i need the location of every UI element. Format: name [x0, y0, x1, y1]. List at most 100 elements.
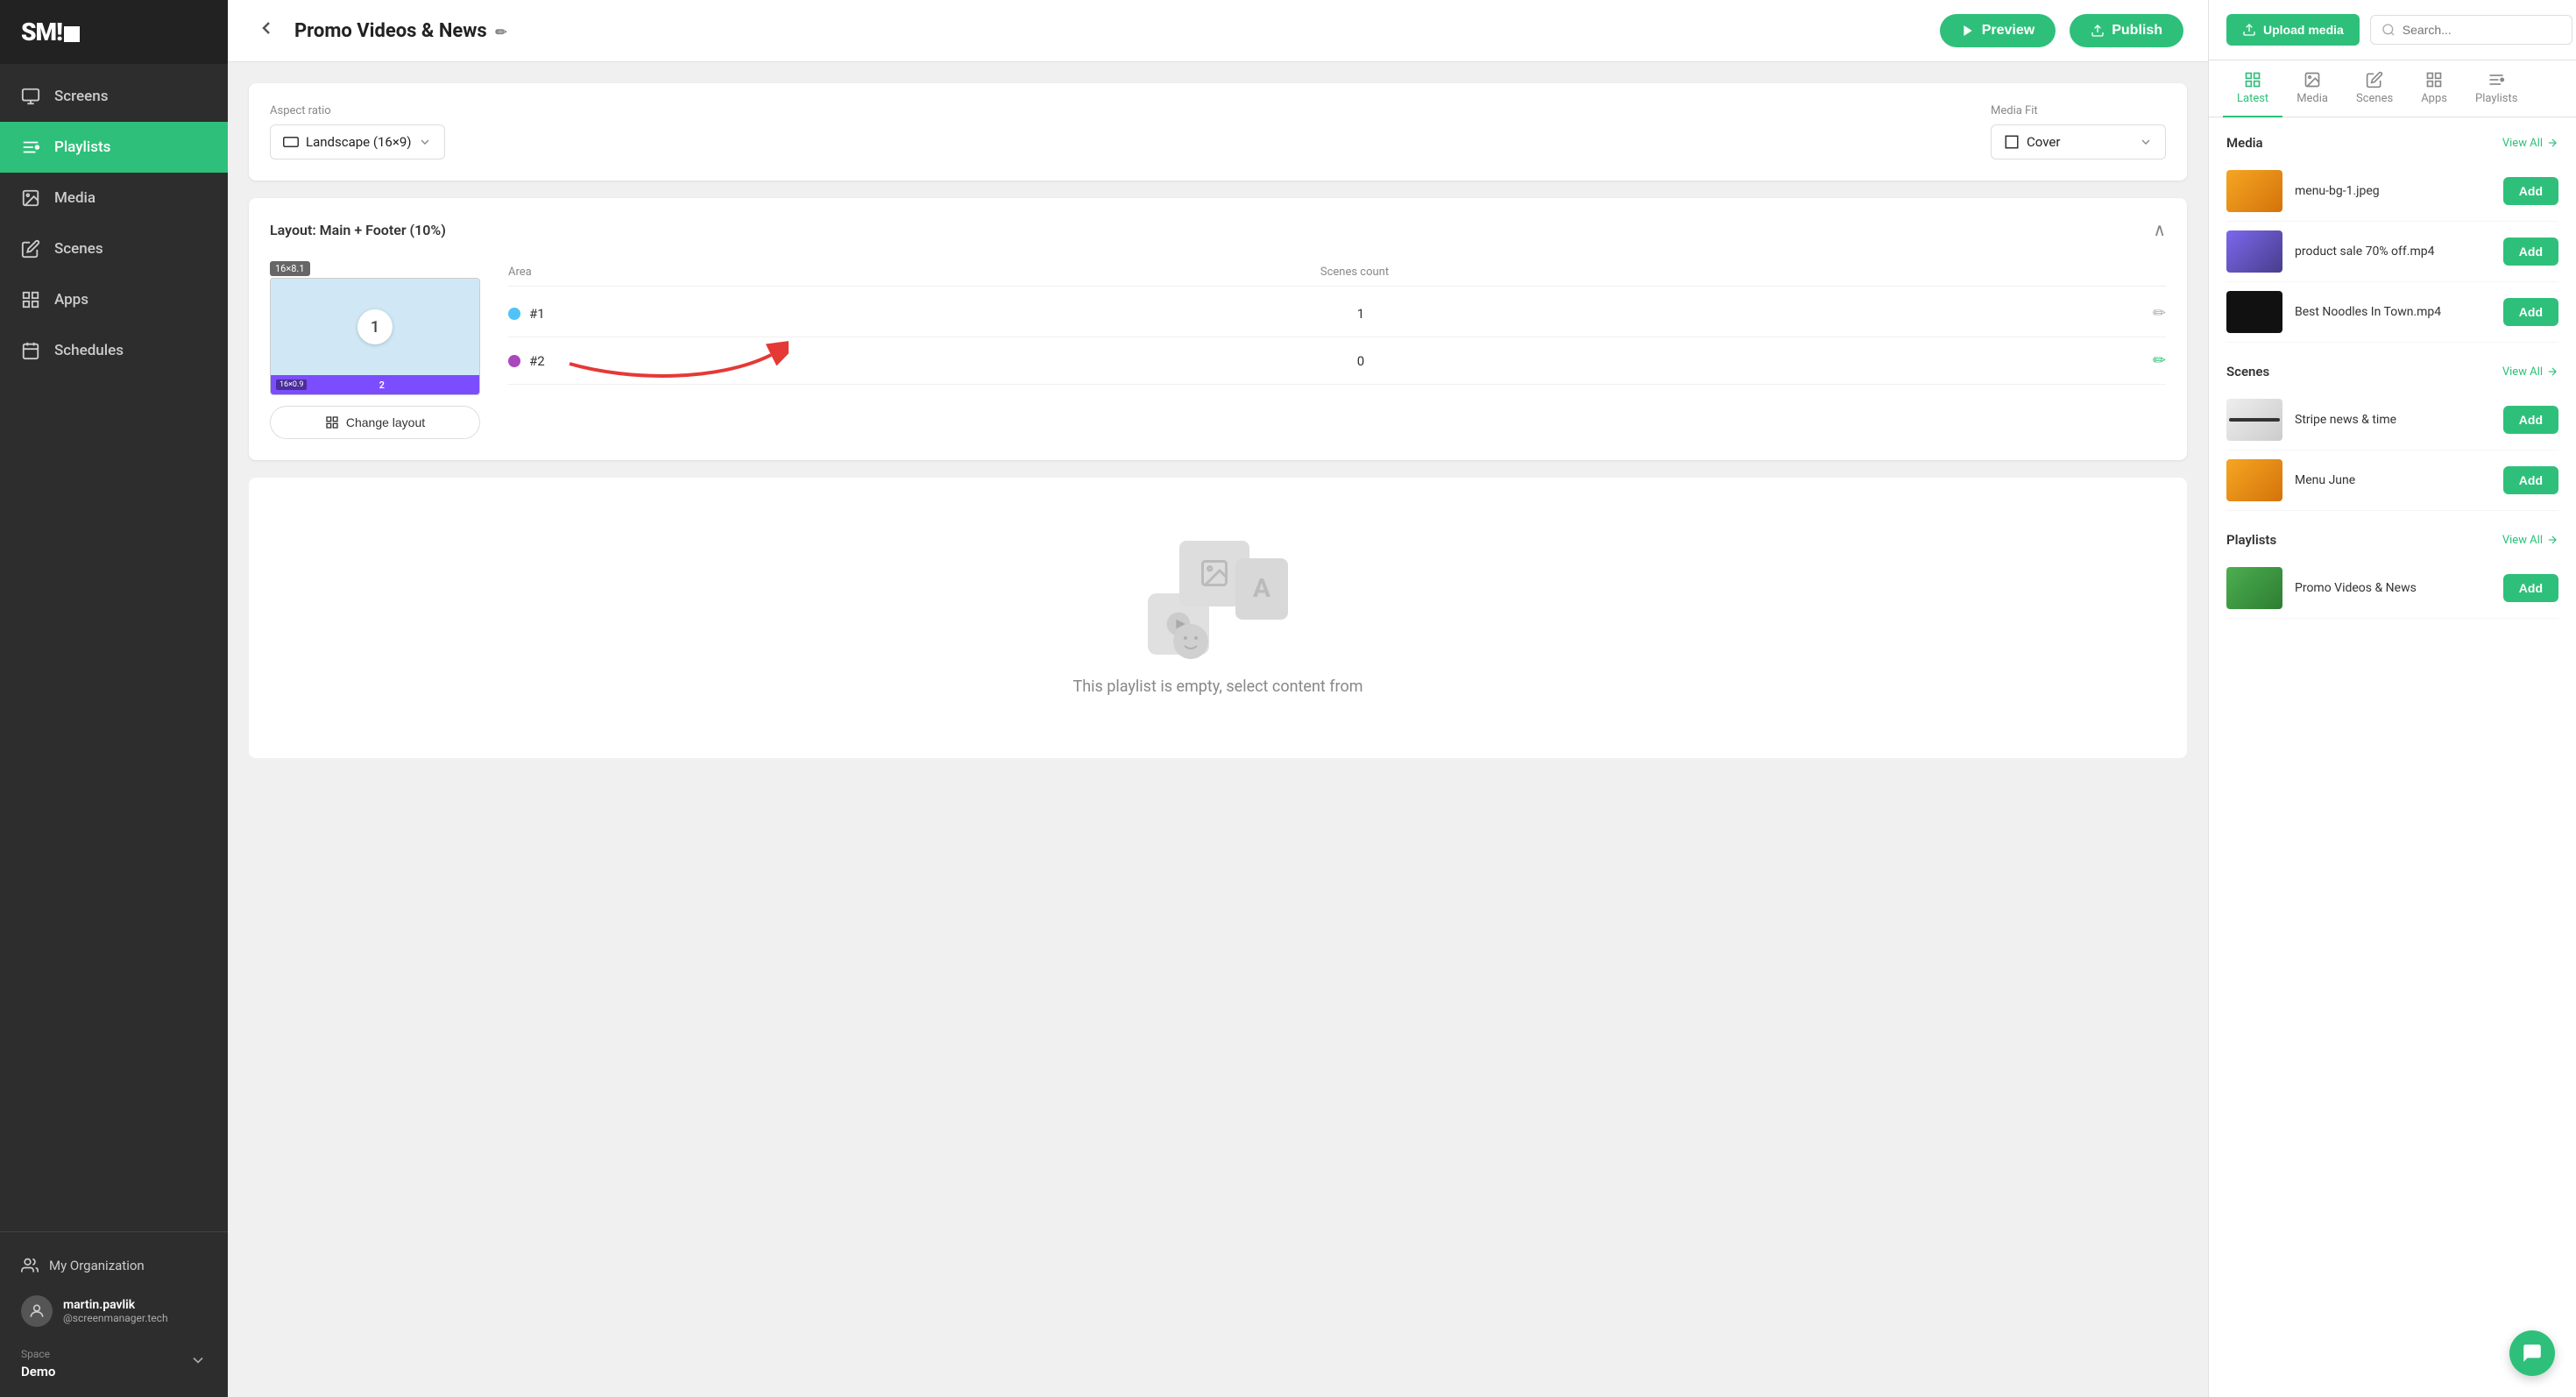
add-playlist-1-button[interactable]: Add: [2503, 574, 2558, 602]
layout-header: Layout: Main + Footer (10%) ∧: [270, 219, 2166, 241]
search-box[interactable]: [2370, 15, 2572, 45]
tab-media[interactable]: Media: [2282, 60, 2342, 117]
pencil-icon: [21, 239, 40, 259]
media-fit-label: Media Fit: [1991, 104, 2166, 117]
media-section-header: Media View All: [2226, 135, 2558, 151]
layout-body: 16×8.1 1 16×0.9 2 Change layout: [270, 259, 2166, 439]
layout-card: Layout: Main + Footer (10%) ∧ 16×8.1 1 1…: [249, 198, 2187, 460]
layout-table: Area Scenes count #1 1 ✏ #2: [508, 259, 2166, 385]
edit-area-1-button[interactable]: ✏: [2131, 304, 2166, 323]
organization-icon: [21, 1257, 39, 1274]
apps-tab-icon: [2425, 71, 2443, 89]
sidebar-bottom: My Organization martin.pavlik @screenman…: [0, 1231, 228, 1397]
logo-icon: [64, 26, 80, 42]
playlists-view-all[interactable]: View All: [2502, 534, 2558, 547]
sidebar-item-media[interactable]: Media: [0, 173, 228, 223]
playlists-section-title: Playlists: [2226, 532, 2276, 548]
space-label: Space: [21, 1341, 55, 1364]
aspect-ratio-chevron-icon: [418, 135, 432, 149]
media-tab-icon: [2304, 71, 2321, 89]
arrow-right-icon: [2546, 534, 2558, 546]
tab-latest[interactable]: Latest: [2223, 60, 2282, 117]
aspect-ratio-select[interactable]: Landscape (16×9): [270, 124, 445, 160]
list-item: menu-bg-1.jpeg Add: [2226, 161, 2558, 222]
media-view-all[interactable]: View All: [2502, 137, 2558, 150]
area-footer-num: 2: [379, 379, 385, 391]
playlists-section: Playlists View All Promo Videos & News A…: [2226, 532, 2558, 619]
preview-button[interactable]: Preview: [1940, 14, 2056, 47]
add-scene-2-button[interactable]: Add: [2503, 466, 2558, 494]
scenes-view-all[interactable]: View All: [2502, 365, 2558, 379]
tab-apps[interactable]: Apps: [2407, 60, 2461, 117]
area-dot-1: [508, 308, 520, 320]
scene-name: Menu June: [2295, 473, 2491, 487]
add-media-1-button[interactable]: Add: [2503, 177, 2558, 205]
header: Promo Videos & News ✏ Preview Publish: [228, 0, 2208, 62]
publish-button[interactable]: Publish: [2070, 14, 2183, 47]
upload-media-button[interactable]: Upload media: [2226, 14, 2360, 46]
search-input[interactable]: [2403, 23, 2561, 37]
tab-media-label: Media: [2296, 92, 2328, 105]
media-name: Best Noodles In Town.mp4: [2295, 305, 2491, 319]
space-name: Demo: [21, 1364, 55, 1379]
area-dot-2: [508, 355, 520, 367]
area-main: 1: [271, 279, 479, 375]
playlists-tab-icon: [2488, 71, 2505, 89]
add-media-3-button[interactable]: Add: [2503, 298, 2558, 326]
my-organization-item[interactable]: My Organization: [21, 1246, 207, 1285]
chat-bubble[interactable]: [2509, 1330, 2555, 1376]
add-scene-1-button[interactable]: Add: [2503, 406, 2558, 434]
change-layout-button[interactable]: Change layout: [270, 406, 480, 439]
media-name: menu-bg-1.jpeg: [2295, 184, 2491, 198]
tab-scenes[interactable]: Scenes: [2342, 60, 2407, 117]
layout-preview: 16×8.1 1 16×0.9 2 Change layout: [270, 259, 480, 439]
layout-visual: 1 16×0.9 2: [270, 278, 480, 395]
playlists-section-header: Playlists View All: [2226, 532, 2558, 548]
sidebar-item-schedules[interactable]: Schedules: [0, 325, 228, 376]
list-item: product sale 70% off.mp4 Add: [2226, 222, 2558, 282]
edit-title-icon[interactable]: ✏: [495, 24, 506, 40]
sidebar-item-apps[interactable]: Apps: [0, 274, 228, 325]
panel-header: Upload media: [2209, 0, 2576, 60]
sidebar-item-playlists[interactable]: Playlists: [0, 122, 228, 173]
grid-icon: [21, 290, 40, 309]
list-item: Stripe news & time Add: [2226, 390, 2558, 450]
calendar-icon: [21, 341, 40, 360]
scenes-tab-icon: [2366, 71, 2383, 89]
tab-playlists[interactable]: Playlists: [2461, 60, 2531, 117]
media-thumb: [2226, 291, 2282, 333]
collapse-button[interactable]: ∧: [2153, 219, 2166, 241]
user-item[interactable]: martin.pavlik @screenmanager.tech: [21, 1285, 207, 1337]
sidebar-nav: Screens Playlists Media Scenes Apps Sche…: [0, 64, 228, 1231]
panel-content: Media View All menu-bg-1.jpeg Add produc…: [2209, 117, 2576, 1397]
media-section-title: Media: [2226, 135, 2263, 151]
back-button[interactable]: [252, 14, 280, 47]
sidebar-item-scenes-label: Scenes: [54, 240, 103, 258]
col-scenes-header: Scenes count: [578, 266, 2131, 279]
logo-text: SM!: [21, 18, 80, 46]
scenes-count-1: 1: [591, 306, 2131, 322]
media-name: product sale 70% off.mp4: [2295, 245, 2491, 259]
add-media-2-button[interactable]: Add: [2503, 238, 2558, 266]
tab-scenes-label: Scenes: [2356, 92, 2393, 105]
scenes-view-all-label: View All: [2502, 365, 2543, 379]
my-organization-label: My Organization: [49, 1258, 145, 1273]
preview-label: Preview: [1982, 23, 2035, 39]
sidebar-item-screens[interactable]: Screens: [0, 71, 228, 122]
media-fit-select[interactable]: Cover: [1991, 124, 2166, 160]
playlists-view-all-label: View All: [2502, 534, 2543, 547]
table-row: #1 1 ✏: [508, 290, 2166, 337]
scenes-section: Scenes View All Stripe news & time Add M…: [2226, 364, 2558, 511]
chevron-down-icon[interactable]: [189, 1351, 207, 1369]
play-icon: [1961, 24, 1975, 38]
sidebar-item-scenes[interactable]: Scenes: [0, 223, 228, 274]
user-info: martin.pavlik @screenmanager.tech: [63, 1298, 168, 1324]
search-icon: [2381, 23, 2396, 37]
user-email: @screenmanager.tech: [63, 1312, 168, 1324]
media-thumb: [2226, 170, 2282, 212]
content-area: Aspect ratio Landscape (16×9) Media Fit …: [228, 62, 2208, 1397]
tab-apps-label: Apps: [2421, 92, 2447, 105]
image-card-icon: [1199, 557, 1230, 589]
tab-latest-label: Latest: [2237, 92, 2268, 105]
edit-area-2-button[interactable]: ✏: [2131, 351, 2166, 370]
